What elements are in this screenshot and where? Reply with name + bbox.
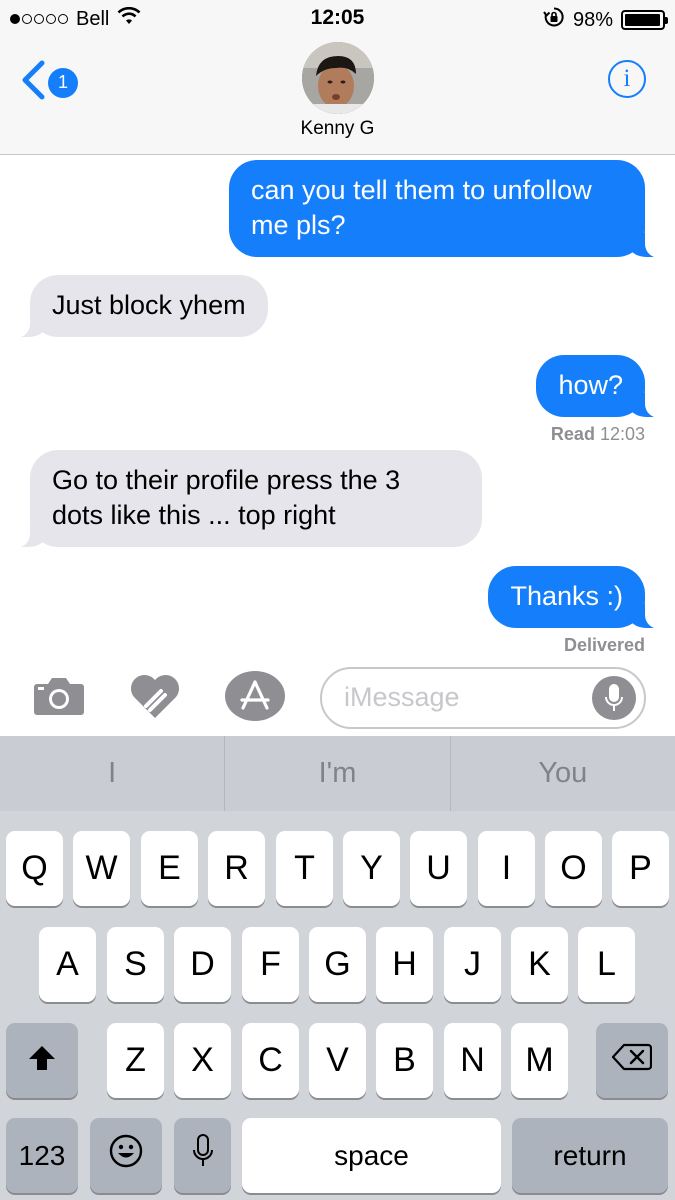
key-p[interactable]: P <box>612 831 669 906</box>
chevron-left-icon <box>20 60 46 105</box>
emoji-key[interactable] <box>90 1118 162 1193</box>
message-bubble-outgoing[interactable]: Thanks :) <box>488 566 670 629</box>
key-q[interactable]: Q <box>6 831 63 906</box>
battery-percent: 98% <box>572 8 613 31</box>
return-key[interactable]: return <box>512 1118 668 1193</box>
dictation-mic-icon[interactable] <box>592 676 636 720</box>
conversation-header: 1 Kenny G i <box>0 38 675 155</box>
keyboard: I I'm You Q W E R T Y U I O P A S D F G … <box>0 736 675 1200</box>
message-line: me pls? <box>251 210 346 240</box>
key-u[interactable]: U <box>410 831 467 906</box>
key-j[interactable]: J <box>444 927 501 1002</box>
key-s[interactable]: S <box>107 927 164 1002</box>
key-t[interactable]: T <box>276 831 333 906</box>
info-icon[interactable]: i <box>608 60 646 98</box>
key-i[interactable]: I <box>478 831 535 906</box>
key-g[interactable]: G <box>309 927 366 1002</box>
delivered-receipt: Delivered <box>564 635 645 656</box>
battery-area: 98% <box>543 6 668 34</box>
key-n[interactable]: N <box>444 1023 501 1098</box>
key-f[interactable]: F <box>242 927 299 1002</box>
key-c[interactable]: C <box>242 1023 299 1098</box>
key-v[interactable]: V <box>309 1023 366 1098</box>
message-line: Thanks :) <box>510 581 623 611</box>
compose-bar: iMessage <box>0 660 675 736</box>
predictive-bar: I I'm You <box>0 736 675 811</box>
emoji-face-icon <box>109 1134 143 1177</box>
back-button[interactable]: 1 <box>20 60 78 105</box>
unread-count-badge: 1 <box>48 67 78 98</box>
read-time: 12:03 <box>599 424 645 444</box>
key-h[interactable]: H <box>376 927 433 1002</box>
message-bubble-outgoing[interactable]: can you tell them to unfollow me pls? <box>229 160 670 258</box>
shift-arrow-icon <box>28 1041 56 1080</box>
key-o[interactable]: O <box>545 831 602 906</box>
message-bubble-incoming[interactable]: Go to their profile press the 3 dots lik… <box>5 450 482 548</box>
prediction-1[interactable]: I <box>0 736 224 811</box>
message-line: dots like this ... top right <box>52 500 336 530</box>
status-bar: Bell 12:05 98% <box>0 0 675 38</box>
message-input[interactable]: iMessage <box>320 667 646 729</box>
key-d[interactable]: D <box>174 927 231 1002</box>
shift-key[interactable] <box>6 1023 78 1098</box>
message-line: can you tell them to unfollow <box>251 175 592 205</box>
delete-key[interactable] <box>596 1023 668 1098</box>
key-z[interactable]: Z <box>107 1023 164 1098</box>
key-r[interactable]: R <box>208 831 265 906</box>
message-line: how? <box>558 370 623 400</box>
key-a[interactable]: A <box>39 927 96 1002</box>
key-e[interactable]: E <box>141 831 198 906</box>
microphone-icon <box>192 1134 214 1177</box>
digital-touch-heart-icon[interactable] <box>128 672 182 725</box>
battery-icon <box>621 10 668 30</box>
key-m[interactable]: M <box>511 1023 568 1098</box>
space-key[interactable]: space <box>242 1118 501 1193</box>
read-receipt: Read 12:03 <box>551 424 645 445</box>
prediction-2[interactable]: I'm <box>224 736 449 811</box>
numbers-key[interactable]: 123 <box>6 1118 78 1193</box>
message-line: Go to their profile press the 3 <box>52 465 401 495</box>
message-bubble-incoming[interactable]: Just block yhem <box>5 275 268 338</box>
read-label: Read <box>550 424 595 444</box>
key-w[interactable]: W <box>73 831 130 906</box>
key-l[interactable]: L <box>578 927 635 1002</box>
key-b[interactable]: B <box>376 1023 433 1098</box>
key-y[interactable]: Y <box>343 831 400 906</box>
orientation-lock-icon <box>543 6 565 34</box>
app-store-icon[interactable] <box>224 670 286 727</box>
message-bubble-outgoing[interactable]: how? <box>536 355 670 418</box>
key-x[interactable]: X <box>174 1023 231 1098</box>
key-k[interactable]: K <box>511 927 568 1002</box>
message-line: Just block yhem <box>52 290 246 320</box>
contact-name[interactable]: Kenny G <box>0 118 675 140</box>
message-placeholder: iMessage <box>344 682 460 712</box>
camera-icon[interactable] <box>33 674 85 721</box>
delivered-label: Delivered <box>563 635 645 655</box>
backspace-icon <box>611 1041 653 1080</box>
prediction-3[interactable]: You <box>449 736 675 811</box>
contact-avatar[interactable] <box>302 42 374 114</box>
dictation-key[interactable] <box>174 1118 231 1193</box>
